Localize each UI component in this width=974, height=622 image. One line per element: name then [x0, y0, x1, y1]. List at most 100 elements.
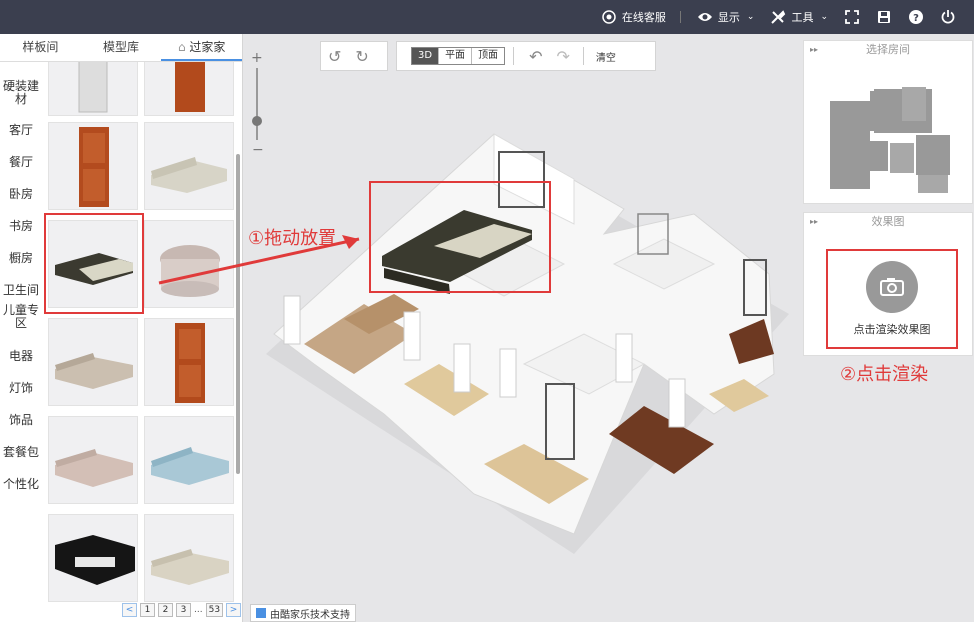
page-button[interactable]: 1	[140, 603, 155, 617]
model-grid	[46, 62, 236, 602]
tab-playhouse-label: 过家家	[189, 40, 226, 54]
tab-playhouse[interactable]: ⌂ 过家家	[161, 34, 243, 61]
panel-header: ▸▸ 效果图	[804, 213, 972, 231]
redo-icon[interactable]: ↻	[355, 47, 368, 66]
eye-icon	[697, 9, 713, 25]
placed-sofa-highlight	[369, 181, 551, 293]
drag-arrow	[158, 235, 360, 285]
render-panel: ▸▸ 效果图 点击渲染效果图	[803, 212, 973, 356]
category-item[interactable]: 客厅	[0, 124, 42, 137]
zoom-handle[interactable]	[252, 116, 262, 126]
online-service-button[interactable]: 在线客服	[601, 9, 666, 25]
category-item[interactable]: 书房	[0, 220, 42, 233]
collapse-icon[interactable]: ▸▸	[810, 41, 818, 59]
prev-page-button[interactable]: <	[122, 603, 137, 617]
selected-model-highlight	[44, 213, 144, 314]
clear-button[interactable]: 清空	[596, 49, 616, 64]
forward-icon[interactable]: ↷	[556, 47, 569, 66]
help-icon: ?	[908, 9, 924, 25]
help-button[interactable]: ?	[908, 9, 924, 25]
panel-header: ▸▸ 选择房间	[804, 41, 972, 59]
tools-menu[interactable]: 工具 ⌄	[770, 9, 828, 25]
display-menu[interactable]: 显示 ⌄	[697, 9, 755, 25]
category-item[interactable]: 灯饰	[0, 382, 42, 395]
category-item[interactable]: 电器	[0, 350, 42, 363]
model-sofa-beige[interactable]	[48, 318, 138, 406]
catalog-tabs: 样板间 模型库 ⌂ 过家家	[0, 34, 243, 62]
category-item[interactable]: 套餐包	[0, 446, 42, 459]
left-panel: 样板间 模型库 ⌂ 过家家 硬装建材 客厅 餐厅 卧房 书房 橱房 卫生间 儿童…	[0, 34, 243, 622]
save-icon	[876, 9, 892, 25]
model-door-wood[interactable]	[144, 62, 234, 116]
view-mode-switch: 3D 平面 顶面	[411, 47, 506, 65]
render-title: 效果图	[871, 215, 905, 228]
display-label: 显示	[717, 11, 740, 24]
view-3d-button[interactable]: 3D	[412, 48, 440, 64]
grid-scrollbar[interactable]	[236, 154, 240, 474]
model-sofa-cream[interactable]	[144, 514, 234, 602]
model-sofa-pink[interactable]	[48, 416, 138, 504]
divider	[679, 11, 681, 23]
category-item[interactable]: 餐厅	[0, 156, 42, 169]
zoom-out-icon[interactable]: −	[252, 142, 264, 158]
next-page-button[interactable]: >	[226, 603, 242, 617]
page-ellipsis: ...	[194, 605, 203, 615]
svg-text:?: ?	[913, 13, 919, 24]
power-icon	[940, 9, 956, 25]
model-sofa-blue[interactable]	[144, 416, 234, 504]
view-toolbar: 3D 平面 顶面 ↶ ↷ 清空	[396, 41, 656, 71]
power-button[interactable]	[940, 9, 956, 25]
undo-icon[interactable]: ↺	[328, 47, 341, 66]
save-button[interactable]	[876, 9, 892, 25]
category-item[interactable]: 饰品	[0, 414, 42, 427]
render-hint-text: ②点击渲染	[840, 364, 929, 385]
select-room-panel: ▸▸ 选择房间	[803, 40, 973, 204]
brand-logo-icon	[256, 608, 266, 618]
pagination: < 1 2 3 ... 53 >	[122, 603, 242, 617]
online-service-label: 在线客服	[621, 11, 666, 24]
category-item[interactable]: 个性化	[0, 478, 42, 491]
model-sofa-grey[interactable]	[144, 122, 234, 210]
collapse-icon[interactable]: ▸▸	[810, 213, 818, 231]
category-item[interactable]: 卧房	[0, 188, 42, 201]
fullscreen-icon	[844, 9, 860, 25]
view-ceiling-button[interactable]: 顶面	[472, 48, 504, 64]
model-door-wood[interactable]	[48, 122, 138, 210]
divider	[582, 47, 584, 65]
undo-redo-bar: ↺ ↻	[320, 41, 388, 71]
top-bar: 在线客服 显示 ⌄ 工具 ⌄ ?	[0, 0, 974, 34]
category-item[interactable]: 儿童专区	[2, 304, 40, 330]
category-item[interactable]: 硬装建材	[2, 80, 40, 106]
render-button-label: 点击渲染效果图	[853, 323, 931, 336]
chevron-down-icon: ⌄	[820, 12, 828, 22]
chevron-down-icon: ⌄	[746, 12, 755, 22]
tools-label: 工具	[791, 11, 814, 24]
view-plan-button[interactable]: 平面	[439, 48, 473, 64]
tab-model-library[interactable]: 模型库	[81, 34, 162, 61]
render-button[interactable]: 点击渲染效果图	[826, 249, 958, 349]
zoom-slider[interactable]: + −	[249, 50, 265, 162]
divider	[513, 47, 515, 65]
headset-icon	[601, 9, 617, 25]
back-icon[interactable]: ↶	[529, 47, 542, 66]
select-room-title: 选择房间	[866, 43, 910, 56]
category-item[interactable]: 橱房	[0, 252, 42, 265]
tab-sample-rooms[interactable]: 样板间	[0, 34, 81, 61]
design-canvas[interactable]: ①拖动放置	[158, 34, 800, 622]
page-button[interactable]: 3	[176, 603, 191, 617]
camera-icon	[866, 261, 918, 313]
room-minimap[interactable]	[804, 59, 972, 203]
page-button[interactable]: 2	[158, 603, 173, 617]
floorplan-3d-view	[266, 133, 789, 554]
page-button[interactable]: 53	[205, 603, 224, 617]
fullscreen-button[interactable]	[844, 9, 860, 25]
powered-by-label: 由酷家乐技术支持	[270, 609, 350, 621]
model-tv-cabinet[interactable]	[48, 514, 138, 602]
powered-by-badge[interactable]: 由酷家乐技术支持	[250, 604, 356, 622]
zoom-track	[256, 68, 258, 140]
zoom-in-icon[interactable]: +	[251, 50, 263, 66]
tools-icon	[770, 9, 786, 25]
model-door-white[interactable]	[48, 62, 138, 116]
category-item[interactable]: 卫生间	[0, 284, 42, 297]
model-door-wood[interactable]	[144, 318, 234, 406]
